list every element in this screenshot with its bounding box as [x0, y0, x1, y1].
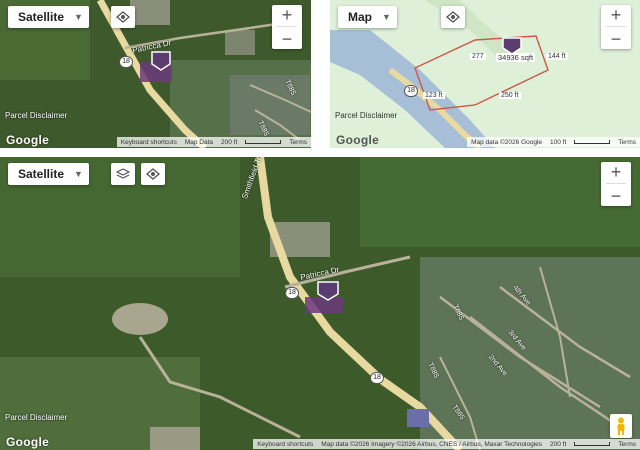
zoom-control[interactable]: + −: [272, 5, 302, 49]
caret-down-icon: ▼: [74, 169, 83, 179]
area-label: 34936 sqft: [496, 53, 536, 62]
zoom-out-button[interactable]: −: [282, 30, 293, 48]
parcel-disclaimer-link[interactable]: Parcel Disclaimer: [335, 111, 397, 120]
google-logo[interactable]: Google: [6, 133, 49, 147]
scale-label[interactable]: 100 ft: [550, 139, 566, 146]
map-data-link[interactable]: Map data ©2026 Google: [471, 139, 542, 146]
terms-link[interactable]: Terms: [618, 139, 636, 146]
google-logo[interactable]: Google: [6, 435, 49, 449]
zoom-out-button[interactable]: −: [611, 30, 622, 48]
map-data-link[interactable]: Map Data: [185, 139, 213, 146]
route-shield: 18: [370, 372, 384, 384]
parcel-disclaimer-link[interactable]: Parcel Disclaimer: [5, 413, 67, 422]
route-shield: 18: [404, 85, 418, 97]
attribution-bar: Keyboard shortcuts Map Data 200 ft Terms: [116, 137, 311, 147]
zoom-in-button[interactable]: +: [611, 6, 622, 24]
scale-label[interactable]: 200 ft: [221, 139, 237, 146]
dimension-label: 144 ft: [546, 53, 568, 60]
map-type-label: Map: [348, 10, 372, 24]
layers-icon: [116, 168, 130, 179]
satellite-map-panel-large[interactable]: Smithfield Township State Rd Patricca Dr…: [0, 157, 640, 450]
parcel-marker-icon[interactable]: [316, 280, 340, 302]
terms-link[interactable]: Terms: [618, 441, 636, 448]
dimension-label: 277: [470, 53, 486, 60]
dimension-label: 250 ft: [499, 92, 521, 99]
map-type-select[interactable]: Satellite ▼: [8, 6, 89, 28]
map-type-select[interactable]: Satellite ▼: [8, 163, 89, 185]
keyboard-shortcuts-link[interactable]: Keyboard shortcuts: [121, 139, 177, 146]
dimension-label: 123 ft: [423, 92, 445, 99]
keyboard-shortcuts-link[interactable]: Keyboard shortcuts: [257, 441, 313, 448]
caret-down-icon: ▼: [382, 12, 391, 22]
route-shield: 18: [119, 56, 133, 68]
parcel-marker-icon[interactable]: [150, 50, 172, 72]
route-shield: 18: [285, 287, 299, 299]
scale-bar: [245, 140, 282, 144]
map-data-link[interactable]: Map data ©2026 Imagery ©2026 Airbus, CNE…: [321, 441, 542, 448]
locate-button[interactable]: [441, 6, 465, 28]
locate-button[interactable]: [141, 163, 165, 185]
scale-bar: [574, 442, 611, 446]
attribution-bar: Keyboard shortcuts Map data ©2026 Imager…: [253, 439, 640, 449]
pegman-icon: [617, 417, 625, 435]
roadmap-panel[interactable]: 277 34936 sqft 144 ft 123 ft 250 ft 18 M…: [330, 0, 640, 148]
zoom-control[interactable]: + −: [601, 162, 631, 206]
zoom-in-button[interactable]: +: [611, 163, 622, 181]
terms-link[interactable]: Terms: [289, 139, 307, 146]
locate-icon: [446, 11, 460, 23]
scale-bar: [574, 140, 611, 144]
map-type-select[interactable]: Map ▼: [338, 6, 397, 28]
locate-button[interactable]: [111, 6, 135, 28]
scale-label[interactable]: 200 ft: [550, 441, 566, 448]
caret-down-icon: ▼: [74, 12, 83, 22]
parcel-disclaimer-link[interactable]: Parcel Disclaimer: [5, 111, 67, 120]
satellite-imagery[interactable]: [0, 157, 640, 450]
map-type-label: Satellite: [18, 167, 65, 181]
locate-icon: [146, 168, 160, 180]
locate-icon: [116, 11, 130, 23]
zoom-in-button[interactable]: +: [282, 6, 293, 24]
zoom-out-button[interactable]: −: [611, 187, 622, 205]
map-type-label: Satellite: [18, 10, 65, 24]
zoom-control[interactable]: + −: [601, 5, 631, 49]
street-view-pegman[interactable]: [610, 414, 632, 438]
layers-button[interactable]: [111, 163, 135, 185]
satellite-map-panel-small[interactable]: Patricca Dr T885 T885 18 Satellite ▼ + −…: [0, 0, 311, 148]
google-logo[interactable]: Google: [336, 133, 379, 147]
attribution-bar: Map data ©2026 Google 100 ft Terms: [467, 137, 640, 147]
